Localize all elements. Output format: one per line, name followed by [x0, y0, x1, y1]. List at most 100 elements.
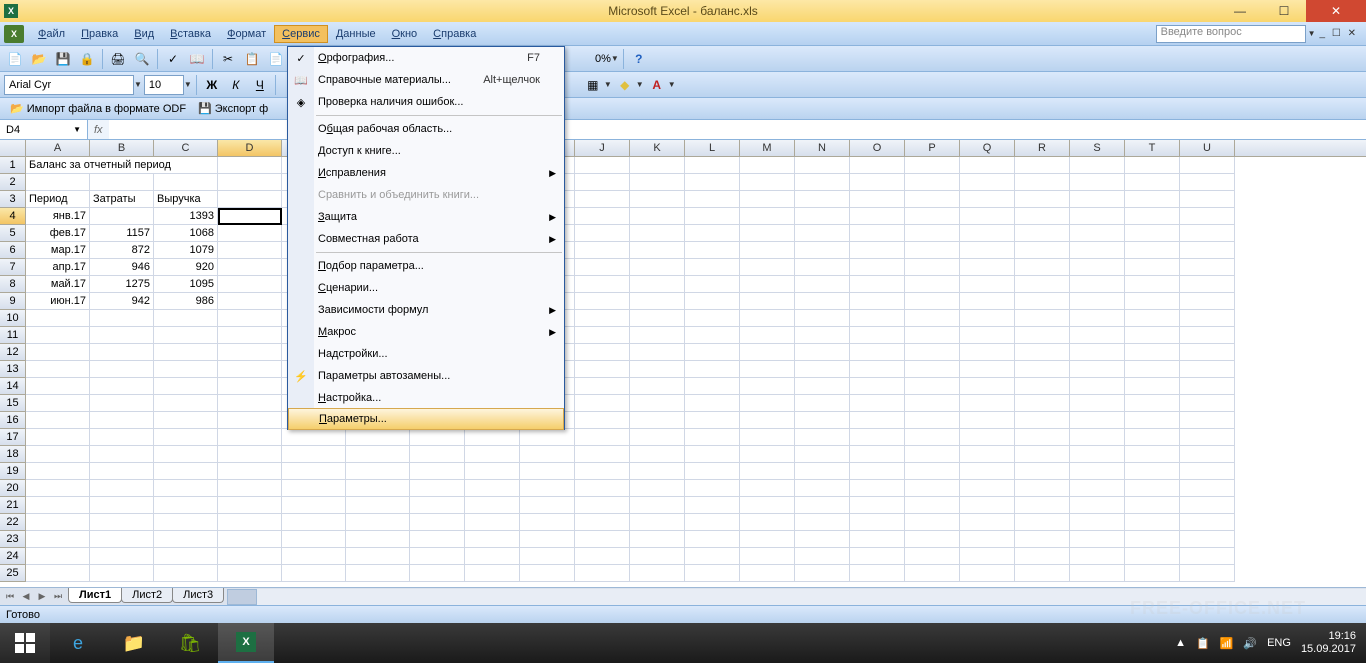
cell-C23[interactable] [154, 531, 218, 548]
cell-B8[interactable]: 1275 [90, 276, 154, 293]
cell-C5[interactable]: 1068 [154, 225, 218, 242]
menu-item-надстройки[interactable]: Надстройки... [288, 343, 564, 365]
cell-J8[interactable] [575, 276, 630, 293]
cell-S7[interactable] [1070, 259, 1125, 276]
cell-T2[interactable] [1125, 174, 1180, 191]
cell-B21[interactable] [90, 497, 154, 514]
cell-D5[interactable] [218, 225, 282, 242]
cell-N24[interactable] [795, 548, 850, 565]
cell-N2[interactable] [795, 174, 850, 191]
cell-D12[interactable] [218, 344, 282, 361]
cell-O25[interactable] [850, 565, 905, 582]
row-header-5[interactable]: 5 [0, 225, 26, 242]
cell-L8[interactable] [685, 276, 740, 293]
cell-K25[interactable] [630, 565, 685, 582]
column-header-P[interactable]: P [905, 140, 960, 156]
cell-G19[interactable] [410, 463, 465, 480]
cell-Q4[interactable] [960, 208, 1015, 225]
cell-N16[interactable] [795, 412, 850, 429]
cell-M7[interactable] [740, 259, 795, 276]
cell-B4[interactable] [90, 208, 154, 225]
cell-T17[interactable] [1125, 429, 1180, 446]
cell-D6[interactable] [218, 242, 282, 259]
dropdown-arrow-icon[interactable]: ▼ [134, 80, 142, 89]
cell-L16[interactable] [685, 412, 740, 429]
cell-B13[interactable] [90, 361, 154, 378]
cell-D20[interactable] [218, 480, 282, 497]
cell-B11[interactable] [90, 327, 154, 344]
row-header-8[interactable]: 8 [0, 276, 26, 293]
paste-icon[interactable]: 📄 [265, 48, 287, 70]
cell-R17[interactable] [1015, 429, 1070, 446]
menu-сервис[interactable]: Сервис [274, 25, 328, 43]
cell-A19[interactable] [26, 463, 90, 480]
cell-S19[interactable] [1070, 463, 1125, 480]
cell-P21[interactable] [905, 497, 960, 514]
cell-D25[interactable] [218, 565, 282, 582]
cell-M23[interactable] [740, 531, 795, 548]
cell-P17[interactable] [905, 429, 960, 446]
cell-R2[interactable] [1015, 174, 1070, 191]
cell-Q17[interactable] [960, 429, 1015, 446]
cell-D9[interactable] [218, 293, 282, 310]
row-header-7[interactable]: 7 [0, 259, 26, 276]
cell-A18[interactable] [26, 446, 90, 463]
cell-C13[interactable] [154, 361, 218, 378]
cell-U22[interactable] [1180, 514, 1235, 531]
cell-D23[interactable] [218, 531, 282, 548]
cell-S11[interactable] [1070, 327, 1125, 344]
cell-C9[interactable]: 986 [154, 293, 218, 310]
cell-T8[interactable] [1125, 276, 1180, 293]
cell-C15[interactable] [154, 395, 218, 412]
column-header-L[interactable]: L [685, 140, 740, 156]
cell-O13[interactable] [850, 361, 905, 378]
cell-N9[interactable] [795, 293, 850, 310]
cell-J1[interactable] [575, 157, 630, 174]
cell-F25[interactable] [346, 565, 410, 582]
row-header-25[interactable]: 25 [0, 565, 26, 582]
cell-A16[interactable] [26, 412, 90, 429]
cell-T20[interactable] [1125, 480, 1180, 497]
row-header-17[interactable]: 17 [0, 429, 26, 446]
cell-T12[interactable] [1125, 344, 1180, 361]
cell-B22[interactable] [90, 514, 154, 531]
cell-C12[interactable] [154, 344, 218, 361]
cell-B24[interactable] [90, 548, 154, 565]
column-header-S[interactable]: S [1070, 140, 1125, 156]
cell-H24[interactable] [465, 548, 520, 565]
cell-N6[interactable] [795, 242, 850, 259]
cell-H20[interactable] [465, 480, 520, 497]
cell-L20[interactable] [685, 480, 740, 497]
open-icon[interactable]: 📂 [28, 48, 50, 70]
cell-E18[interactable] [282, 446, 346, 463]
cell-K22[interactable] [630, 514, 685, 531]
help-search-input[interactable]: Введите вопрос [1156, 25, 1306, 43]
cell-T6[interactable] [1125, 242, 1180, 259]
cell-L3[interactable] [685, 191, 740, 208]
cell-O10[interactable] [850, 310, 905, 327]
cell-Q1[interactable] [960, 157, 1015, 174]
cell-Q24[interactable] [960, 548, 1015, 565]
cell-B9[interactable]: 942 [90, 293, 154, 310]
volume-icon[interactable]: 🔊 [1243, 637, 1257, 650]
cell-J6[interactable] [575, 242, 630, 259]
cell-B10[interactable] [90, 310, 154, 327]
cell-S25[interactable] [1070, 565, 1125, 582]
cell-B6[interactable]: 872 [90, 242, 154, 259]
cell-B5[interactable]: 1157 [90, 225, 154, 242]
cell-A2[interactable] [26, 174, 90, 191]
cell-K6[interactable] [630, 242, 685, 259]
cell-B7[interactable]: 946 [90, 259, 154, 276]
cell-Q8[interactable] [960, 276, 1015, 293]
cell-A17[interactable] [26, 429, 90, 446]
cell-C7[interactable]: 920 [154, 259, 218, 276]
permission-icon[interactable]: 🔒 [76, 48, 98, 70]
cell-Q19[interactable] [960, 463, 1015, 480]
cell-I24[interactable] [520, 548, 575, 565]
cell-N14[interactable] [795, 378, 850, 395]
cell-K10[interactable] [630, 310, 685, 327]
cell-T4[interactable] [1125, 208, 1180, 225]
cell-Q12[interactable] [960, 344, 1015, 361]
cell-P15[interactable] [905, 395, 960, 412]
cell-J14[interactable] [575, 378, 630, 395]
